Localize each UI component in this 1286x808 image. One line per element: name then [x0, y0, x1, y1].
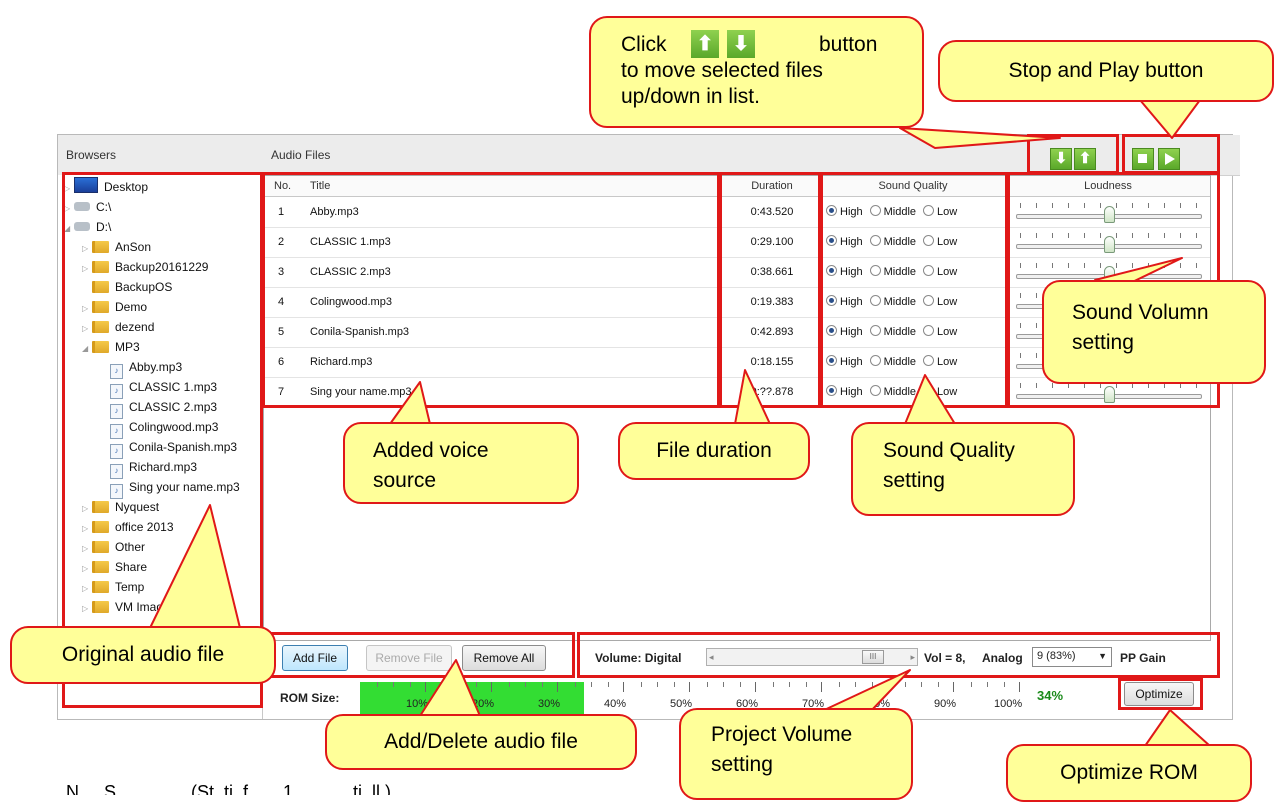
callout-sound-volume: Sound Volumn setting	[1042, 280, 1266, 384]
callout-sound-quality-line1: Sound Quality	[883, 439, 1015, 462]
callout-move-line2: to move selected files	[621, 59, 823, 82]
callout-move-click: Click	[621, 33, 667, 56]
callout-add-delete: Add/Delete audio file	[325, 714, 637, 770]
callout-project-volume: Project Volume setting	[679, 708, 913, 800]
callout-move-line3: up/down in list.	[621, 85, 760, 108]
callout-sound-volume-line1: Sound Volumn	[1072, 301, 1209, 324]
callout-added-source-line2: source	[373, 469, 437, 492]
callout-added-source: Added voice source	[343, 422, 579, 504]
pointer-optimize	[1144, 709, 1211, 747]
callout-added-source-line1: Added voice	[373, 439, 489, 462]
callout-sound-quality: Sound Quality setting	[851, 422, 1075, 516]
pointer-sound-quality	[904, 374, 956, 425]
arrow-up-icon: ⬆	[691, 30, 719, 58]
pointer-add-delete	[419, 659, 481, 717]
pointer-file-duration	[734, 369, 771, 425]
callout-move-button-word: button	[819, 33, 878, 56]
pointer-stop-play	[1139, 99, 1201, 139]
callout-file-duration: File duration	[618, 422, 810, 480]
callout-move-files: Click ⬆ ⬇ button to move selected files …	[589, 16, 924, 128]
pointer-added-source	[389, 381, 431, 425]
callout-sound-quality-line2: setting	[883, 469, 945, 492]
callout-optimize-rom: Optimize ROM	[1006, 744, 1252, 802]
callout-project-volume-line1: Project Volume	[711, 723, 853, 746]
pointer-move	[899, 127, 1061, 149]
callout-project-volume-line2: setting	[711, 753, 773, 776]
pointer-original-audio	[149, 504, 241, 629]
callout-sound-volume-line2: setting	[1072, 331, 1134, 354]
pointer-project-volume	[819, 669, 911, 713]
callout-stop-play: Stop and Play button	[938, 40, 1274, 102]
callout-original-audio: Original audio file	[10, 626, 276, 684]
arrow-down-icon: ⬇	[727, 30, 755, 58]
